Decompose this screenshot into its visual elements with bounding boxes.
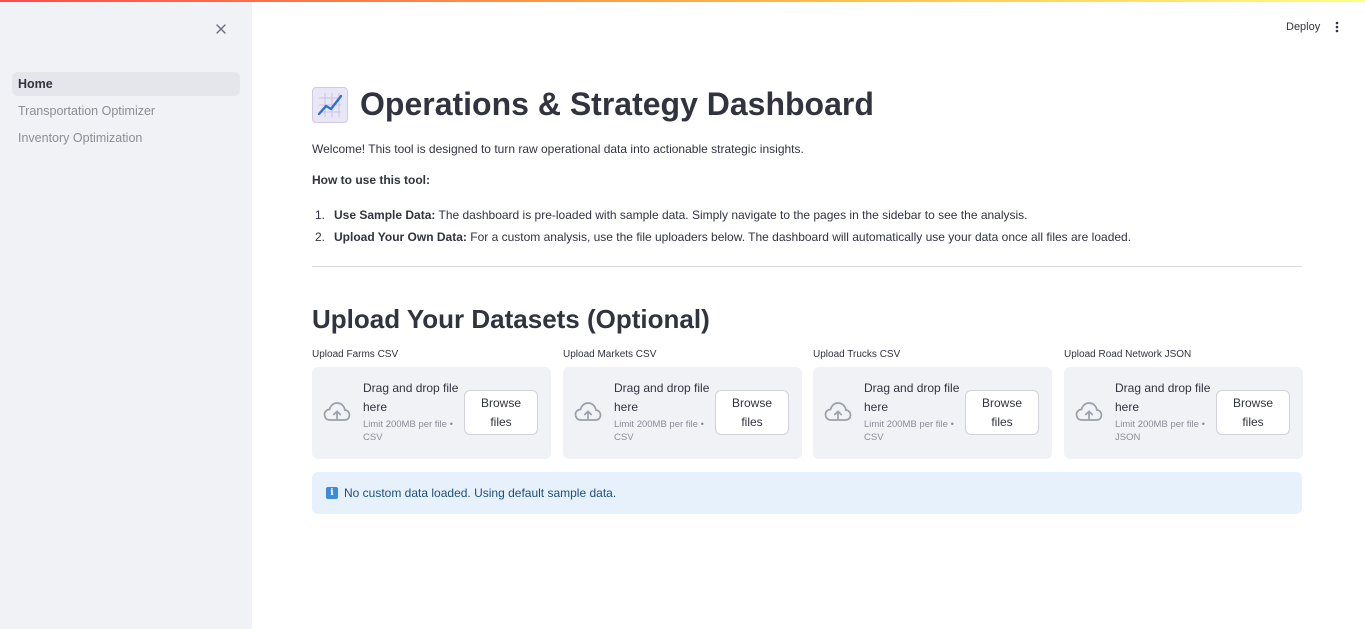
file-type-line: CSV [864, 431, 884, 443]
browse-label-line: files [991, 414, 1013, 429]
chart-increasing-icon [312, 86, 348, 123]
step-body: The dashboard is pre-loaded with sample … [435, 208, 1028, 222]
browse-label-line: files [490, 414, 512, 429]
file-type-line: JSON [1115, 431, 1141, 443]
info-icon: i [326, 487, 338, 499]
sidebar-item-transportation-optimizer[interactable]: Transportation Optimizer [12, 99, 240, 123]
uploader-trucks: Upload Trucks CSV Drag and drop file her… [813, 349, 1052, 459]
sidebar-item-home[interactable]: Home [12, 72, 240, 96]
uploader-label: Upload Farms CSV [312, 349, 399, 360]
uploader-label: Upload Markets CSV [563, 349, 657, 360]
drag-drop-line: here [614, 400, 639, 414]
file-limit-line: Limit 200MB per file • [614, 419, 704, 430]
divider [312, 266, 1302, 267]
deploy-button[interactable]: Deploy [1278, 16, 1328, 38]
browse-files-button[interactable]: Browse files [464, 390, 538, 435]
top-decoration-bar [0, 0, 1365, 2]
sidebar-item-label: Transportation Optimizer [18, 104, 156, 118]
drag-drop-text: Drag and drop file here [614, 379, 714, 417]
browse-label-line: Browse [981, 395, 1022, 410]
uploaders-row: Upload Farms CSV Drag and drop file here… [312, 349, 1303, 461]
list-item: 2. Upload Your Own Data: For a custom an… [312, 226, 1302, 248]
uploader-label: Upload Road Network JSON [1064, 349, 1192, 360]
browse-label-line: files [1242, 414, 1264, 429]
dropzone-instructions: Drag and drop file here Limit 200MB per … [614, 379, 714, 444]
file-limit-line: Limit 200MB per file • [1115, 419, 1205, 430]
browse-files-button[interactable]: Browse files [1216, 390, 1290, 435]
file-dropzone[interactable]: Drag and drop file here Limit 200MB per … [1064, 367, 1303, 459]
list-item: 1. Use Sample Data: The dashboard is pre… [312, 204, 1302, 226]
uploader-label: Upload Trucks CSV [813, 349, 901, 360]
file-type-line: CSV [614, 431, 634, 443]
browse-label-line: Browse [1232, 395, 1273, 410]
main-menu-button[interactable] [1328, 16, 1346, 38]
upload-section-title: Upload Your Datasets (Optional) [312, 304, 710, 334]
drag-drop-text: Drag and drop file here [1115, 379, 1215, 417]
uploader-road-network: Upload Road Network JSON Drag and drop f… [1064, 349, 1303, 459]
browse-files-button[interactable]: Browse files [715, 390, 789, 435]
file-limit-line: Limit 200MB per file • [363, 419, 453, 430]
step-text: Upload Your Own Data: For a custom analy… [334, 230, 1131, 244]
browse-label-line: files [741, 414, 763, 429]
page-title-text: Operations & Strategy Dashboard [360, 86, 874, 122]
dropzone-instructions: Drag and drop file here Limit 200MB per … [363, 379, 463, 444]
file-limit-text: Limit 200MB per file • CSV [363, 419, 463, 444]
step-title: Use Sample Data: [334, 208, 436, 222]
cloud-upload-icon [323, 402, 351, 421]
step-text: Use Sample Data: The dashboard is pre-lo… [334, 208, 1028, 222]
drag-drop-line: here [864, 400, 889, 414]
drag-drop-line: Drag and drop file [363, 381, 459, 395]
file-limit-text: Limit 200MB per file • CSV [864, 419, 964, 444]
file-limit-text: Limit 200MB per file • JSON [1115, 419, 1215, 444]
file-type-line: CSV [363, 431, 383, 443]
drag-drop-line: Drag and drop file [864, 381, 960, 395]
browse-label-line: Browse [731, 395, 772, 410]
file-limit-text: Limit 200MB per file • CSV [614, 419, 714, 444]
cloud-upload-icon [574, 402, 602, 421]
drag-drop-line: here [1115, 400, 1140, 414]
welcome-text: Welcome! This tool is designed to turn r… [312, 142, 804, 156]
step-body: For a custom analysis, use the file uplo… [466, 230, 1132, 244]
browse-files-button[interactable]: Browse files [965, 390, 1039, 435]
close-icon [216, 24, 226, 34]
drag-drop-line: here [363, 400, 388, 414]
sidebar-item-label: Inventory Optimization [18, 131, 143, 145]
step-title: Upload Your Own Data: [334, 230, 467, 244]
drag-drop-text: Drag and drop file here [363, 379, 463, 417]
sidebar-close-button[interactable] [212, 20, 230, 38]
page-title: Operations & Strategy Dashboard [312, 86, 874, 123]
uploader-markets: Upload Markets CSV Drag and drop file he… [563, 349, 802, 459]
cloud-upload-icon [1075, 402, 1103, 421]
dropzone-instructions: Drag and drop file here Limit 200MB per … [864, 379, 964, 444]
file-dropzone[interactable]: Drag and drop file here Limit 200MB per … [563, 367, 802, 459]
drag-drop-line: Drag and drop file [614, 381, 710, 395]
sidebar-item-inventory-optimization[interactable]: Inventory Optimization [12, 126, 240, 150]
info-message: No custom data loaded. Using default sam… [344, 486, 617, 500]
dropzone-instructions: Drag and drop file here Limit 200MB per … [1115, 379, 1215, 444]
sidebar-item-label: Home [18, 77, 53, 91]
file-dropzone[interactable]: Drag and drop file here Limit 200MB per … [312, 367, 551, 459]
drag-drop-line: Drag and drop file [1115, 381, 1211, 395]
file-limit-line: Limit 200MB per file • [864, 419, 954, 430]
info-alert: i No custom data loaded. Using default s… [312, 472, 1302, 514]
sidebar-nav: Home Transportation Optimizer Inventory … [12, 72, 240, 153]
drag-drop-text: Drag and drop file here [864, 379, 964, 417]
howto-heading: How to use this tool: [312, 173, 430, 187]
sidebar: Home Transportation Optimizer Inventory … [0, 0, 252, 629]
browse-label-line: Browse [480, 395, 521, 410]
step-number: 2. [315, 230, 326, 244]
kebab-menu-icon [1335, 21, 1339, 33]
cloud-upload-icon [824, 402, 852, 421]
file-dropzone[interactable]: Drag and drop file here Limit 200MB per … [813, 367, 1052, 459]
step-number: 1. [315, 208, 326, 222]
uploader-farms: Upload Farms CSV Drag and drop file here… [312, 349, 551, 459]
steps-list: 1. Use Sample Data: The dashboard is pre… [312, 204, 1302, 248]
